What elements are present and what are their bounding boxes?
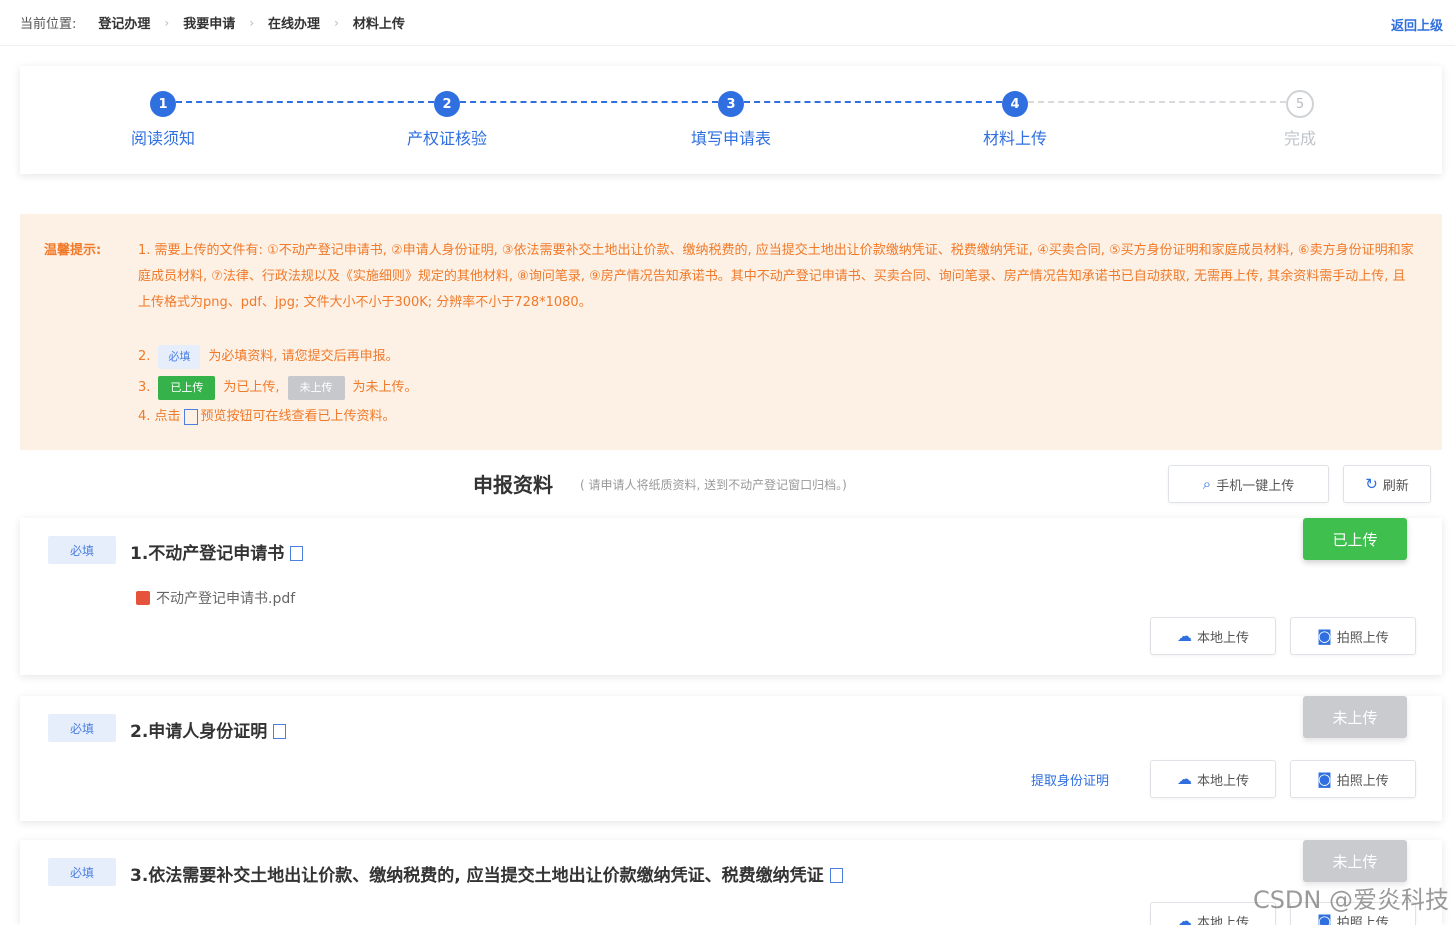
photo-upload-label: 拍照上传 — [1336, 630, 1389, 646]
tip-2-text: 为必填资料, 请您提交后再申报。 — [208, 349, 399, 364]
chevron-right-icon: › — [249, 15, 255, 30]
step-connector — [744, 101, 1002, 103]
photo-upload-button[interactable]: ◙ 拍照上传 — [1290, 760, 1416, 798]
uploaded-file[interactable]: 不动产登记申请书.pdf — [136, 588, 295, 608]
photo-upload-label: 拍照上传 — [1336, 773, 1389, 789]
cloud-upload-icon: ☁ — [1176, 912, 1192, 925]
required-tag-sample: 必填 — [158, 345, 201, 369]
material-card-2: 必填 2.申请人身份证明 未上传 提取身份证明 ☁ 本地上传 ◙ 拍照上传 — [20, 696, 1442, 821]
step-5-label: 完成 — [1283, 129, 1316, 148]
local-upload-button[interactable]: ☁ 本地上传 — [1150, 760, 1276, 798]
fetch-id-link[interactable]: 提取身份证明 — [1031, 770, 1109, 789]
step-1-label: 阅读须知 — [130, 129, 195, 148]
file-name: 不动产登记申请书.pdf — [156, 591, 296, 607]
preview-icon — [183, 409, 198, 425]
material-title: 1.不动产登记申请书 — [130, 539, 304, 564]
material-title: 2.申请人身份证明 — [130, 717, 287, 742]
material-title-text: 2.申请人身份证明 — [130, 722, 268, 742]
step-progress: 1 阅读须知 2 产权证核验 3 填写申请表 4 材料上传 5 完成 — [20, 66, 1442, 174]
tip-3-text-notup: 为未上传。 — [352, 380, 418, 395]
mobile-upload-label: 手机一键上传 — [1216, 478, 1295, 494]
preview-icon[interactable] — [829, 868, 843, 883]
uploaded-tag-sample: 已上传 — [158, 376, 216, 400]
step-connector — [176, 101, 434, 103]
chevron-right-icon: › — [334, 15, 339, 30]
section-subtitle: ( 请申请人将纸质资料, 送到不动产登记窗口归档。) — [580, 478, 847, 492]
tip-4-prefix: 4. 点击 — [138, 409, 181, 424]
photo-upload-button[interactable]: ◙ 拍照上传 — [1290, 617, 1416, 655]
cloud-upload-icon: ☁ — [1176, 770, 1192, 788]
local-upload-label: 本地上传 — [1196, 915, 1249, 925]
local-upload-label: 本地上传 — [1196, 630, 1249, 646]
breadcrumb: 当前位置: 登记办理 › 我要申请 › 在线办理 › 材料上传 返回上级 — [0, 0, 1455, 46]
breadcrumb-item-apply[interactable]: 我要申请 — [183, 13, 235, 32]
refresh-button[interactable]: ↻ 刷新 — [1343, 465, 1431, 503]
tip-3-prefix: 3. — [138, 380, 151, 395]
tip-4-text: 预览按钮可在线查看已上传资料。 — [200, 409, 396, 424]
material-card-3: 必填 3.依法需要补交土地出让价款、缴纳税费的, 应当提交土地出让价款缴纳凭证、… — [20, 840, 1442, 925]
required-tag: 必填 — [48, 858, 116, 886]
breadcrumb-label: 当前位置: — [20, 17, 77, 32]
step-3-label: 填写申请表 — [690, 129, 771, 148]
tip-2-prefix: 2. — [138, 349, 151, 364]
material-title-text: 3.依法需要补交土地出让价款、缴纳税费的, 应当提交土地出让价款缴纳凭证、税费缴… — [130, 866, 824, 886]
status-badge-uploaded: 已上传 — [1303, 518, 1407, 560]
preview-icon[interactable] — [290, 546, 304, 561]
breadcrumb-item-online[interactable]: 在线办理 — [268, 13, 320, 32]
tips-panel: 温馨提示: 1. 需要上传的文件有: ①不动产登记申请书, ②申请人身份证明, … — [20, 214, 1442, 450]
section-title: 申报资料 — [473, 473, 553, 497]
step-1-circle: 1 — [150, 91, 176, 117]
refresh-label: 刷新 — [1382, 478, 1409, 494]
step-3-circle: 3 — [718, 91, 744, 117]
tips-title: 温馨提示: — [44, 243, 102, 258]
local-upload-button[interactable]: ☁ 本地上传 — [1150, 617, 1276, 655]
step-2-circle: 2 — [434, 91, 460, 117]
breadcrumb-item-upload: 材料上传 — [352, 17, 405, 32]
tip-item-2: 2. 必填 为必填资料, 请您提交后再申报。 — [138, 345, 399, 369]
step-4-circle: 4 — [1002, 91, 1028, 117]
refresh-icon: ↻ — [1365, 475, 1378, 493]
tip-item-1: 1. 需要上传的文件有: ①不动产登记申请书, ②申请人身份证明, ③依法需要补… — [138, 243, 1414, 310]
material-title-text: 1.不动产登记申请书 — [130, 544, 285, 564]
material-title: 3.依法需要补交土地出让价款、缴纳税费的, 应当提交土地出让价款缴纳凭证、税费缴… — [130, 861, 843, 886]
local-upload-label: 本地上传 — [1196, 773, 1249, 789]
preview-icon[interactable] — [273, 724, 287, 739]
tip-item-3: 3. 已上传 为已上传, 未上传 为未上传。 — [138, 376, 418, 400]
step-connector — [1028, 101, 1286, 103]
material-card-1: 必填 1.不动产登记申请书 已上传 不动产登记申请书.pdf ☁ 本地上传 ◙ … — [20, 518, 1442, 675]
cloud-upload-icon: ☁ — [1176, 627, 1192, 645]
chevron-right-icon: › — [164, 15, 170, 30]
tip-item-4: 4. 点击 预览按钮可在线查看已上传资料。 — [138, 407, 396, 427]
status-badge-not-uploaded: 未上传 — [1303, 696, 1407, 738]
step-4-label: 材料上传 — [982, 129, 1047, 148]
camera-icon: ◙ — [1317, 627, 1332, 645]
tip-3-text-up: 为已上传, — [223, 380, 280, 395]
not-uploaded-tag-sample: 未上传 — [287, 376, 345, 400]
required-tag: 必填 — [48, 714, 116, 742]
step-2-label: 产权证核验 — [406, 129, 487, 148]
step-connector — [460, 101, 718, 103]
watermark: CSDN @爱炎科技 — [1252, 886, 1449, 914]
step-5-circle: 5 — [1286, 90, 1314, 118]
mobile-upload-icon: ⌕ — [1202, 475, 1212, 493]
status-badge-not-uploaded: 未上传 — [1303, 840, 1407, 882]
mobile-upload-button[interactable]: ⌕ 手机一键上传 — [1168, 465, 1329, 503]
breadcrumb-item-register[interactable]: 登记办理 — [98, 13, 150, 32]
pdf-icon — [136, 591, 150, 605]
back-link[interactable]: 返回上级 — [1391, 15, 1443, 34]
required-tag: 必填 — [48, 536, 116, 564]
camera-icon: ◙ — [1317, 770, 1332, 788]
